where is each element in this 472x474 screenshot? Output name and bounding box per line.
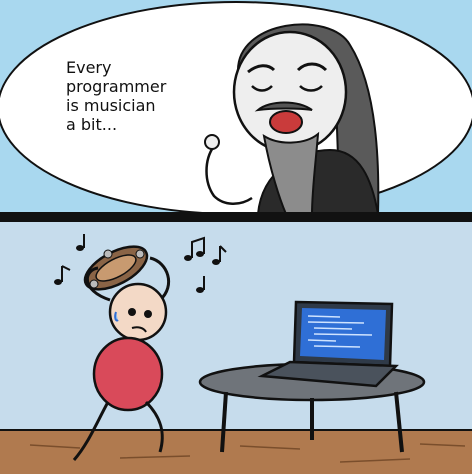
speech-caption: Every programmer is musician a bit... — [66, 58, 216, 134]
caption-line: programmer — [66, 77, 167, 96]
meme-comic: Every programmer is musician a bit... — [0, 0, 472, 474]
singer-fingers — [204, 134, 220, 150]
dancer-shirt — [92, 336, 164, 412]
dancer-eye-left — [128, 308, 136, 316]
singer-head — [232, 30, 348, 154]
bottom-panel — [0, 222, 472, 474]
wall-background — [0, 222, 472, 434]
caption-line: a bit... — [66, 115, 118, 134]
caption-line: Every — [66, 58, 112, 77]
panel-divider — [0, 212, 472, 222]
dancer-eye-right — [144, 310, 152, 318]
dancer-head — [108, 282, 168, 342]
singer-mouth — [269, 110, 303, 134]
caption-line: is musician — [66, 96, 156, 115]
